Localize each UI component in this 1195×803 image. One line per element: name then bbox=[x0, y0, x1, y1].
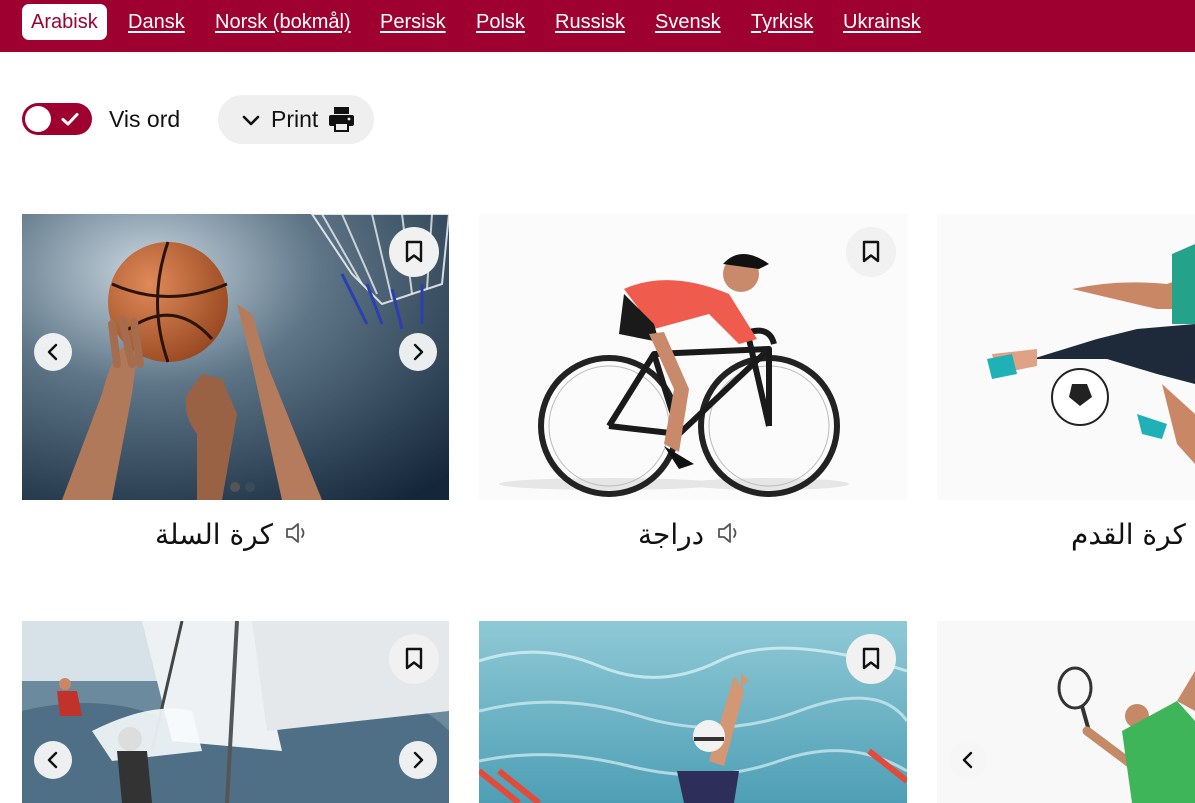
bookmark-icon bbox=[405, 647, 423, 670]
lang-tab-ukrainian[interactable]: Ukrainsk bbox=[843, 10, 921, 40]
card-image bbox=[22, 214, 449, 500]
speaker-icon[interactable] bbox=[284, 520, 310, 546]
lang-tab-norwegian[interactable]: Norsk (bokmål) bbox=[215, 10, 351, 40]
check-icon bbox=[61, 113, 79, 126]
lang-tab-swedish[interactable]: Svensk bbox=[655, 10, 721, 40]
bookmark-icon bbox=[862, 240, 880, 263]
bookmark-icon bbox=[862, 647, 880, 670]
chevron-right-icon bbox=[413, 751, 424, 769]
carousel-next-button[interactable] bbox=[399, 333, 437, 371]
basketball-photo bbox=[22, 214, 449, 500]
chevron-left-icon bbox=[962, 751, 973, 769]
language-bar: Arabisk Dansk Norsk (bokmål) Persisk Pol… bbox=[0, 0, 1195, 52]
chevron-right-icon bbox=[413, 343, 424, 361]
carousel-dot-active[interactable] bbox=[230, 482, 240, 492]
lang-tab-danish[interactable]: Dansk bbox=[128, 10, 185, 40]
carousel-dot[interactable] bbox=[245, 482, 255, 492]
swimming-photo bbox=[479, 621, 907, 803]
lang-tab-turkish[interactable]: Tyrkisk bbox=[751, 10, 813, 40]
chevron-down-icon bbox=[242, 115, 260, 126]
card-image bbox=[22, 621, 449, 803]
print-label: Print bbox=[271, 106, 319, 132]
lang-tab-russian[interactable]: Russisk bbox=[555, 10, 625, 40]
bookmark-button[interactable] bbox=[389, 227, 439, 277]
toggle-knob bbox=[25, 106, 51, 132]
word-text: كرة القدم bbox=[1071, 518, 1186, 551]
football-photo bbox=[937, 214, 1195, 500]
printer-icon bbox=[329, 107, 354, 132]
card-image bbox=[479, 214, 907, 500]
speaker-icon[interactable] bbox=[716, 520, 742, 546]
print-button[interactable]: Print bbox=[218, 95, 374, 144]
chevron-left-icon bbox=[47, 751, 58, 769]
lang-tab-persian[interactable]: Persisk bbox=[380, 10, 446, 40]
bookmark-button[interactable] bbox=[846, 227, 896, 277]
lang-tab-arabic[interactable]: Arabisk bbox=[22, 4, 107, 40]
carousel-prev-button[interactable] bbox=[34, 741, 72, 779]
show-words-label: Vis ord bbox=[109, 106, 181, 132]
lang-tab-polish[interactable]: Polsk bbox=[476, 10, 525, 40]
sailing-photo bbox=[22, 621, 449, 803]
bookmark-button[interactable] bbox=[846, 634, 896, 684]
show-words-toggle[interactable] bbox=[22, 103, 92, 135]
word-text: كرة السلة bbox=[155, 518, 273, 551]
word-text: دراجة bbox=[638, 518, 705, 551]
card-image bbox=[479, 621, 907, 803]
bookmark-icon bbox=[405, 240, 423, 263]
chevron-left-icon bbox=[47, 343, 58, 361]
bookmark-button[interactable] bbox=[389, 634, 439, 684]
carousel-next-button[interactable] bbox=[399, 741, 437, 779]
carousel-prev-button[interactable] bbox=[949, 741, 987, 779]
bicycle-photo bbox=[479, 214, 907, 500]
carousel-prev-button[interactable] bbox=[34, 333, 72, 371]
card-image bbox=[937, 214, 1195, 500]
